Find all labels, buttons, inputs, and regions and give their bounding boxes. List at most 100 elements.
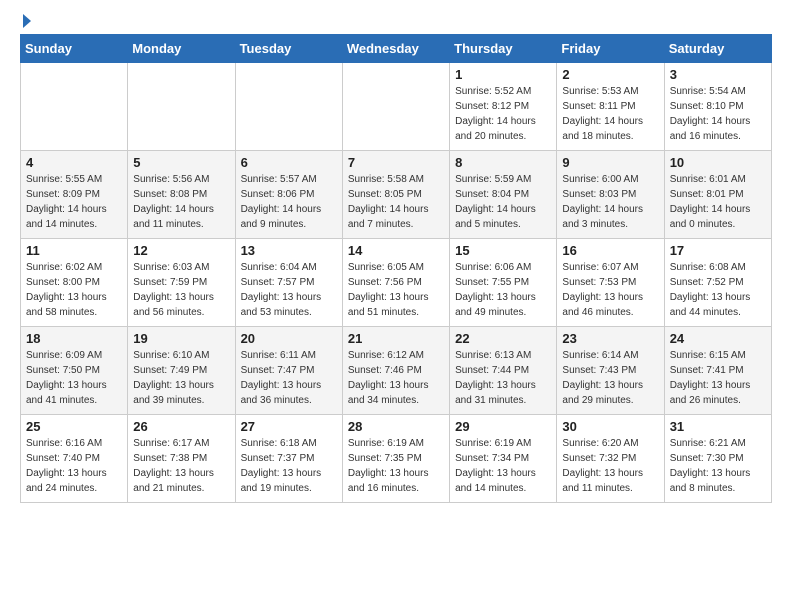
day-number: 5 [133,155,229,170]
calendar-cell: 12 Sunrise: 6:03 AMSunset: 7:59 PMDayligh… [128,239,235,327]
day-info: Sunrise: 6:09 AMSunset: 7:50 PMDaylight:… [26,348,122,408]
day-number: 21 [348,331,444,346]
weekday-header-row: SundayMondayTuesdayWednesdayThursdayFrid… [21,35,772,63]
day-info: Sunrise: 6:12 AMSunset: 7:46 PMDaylight:… [348,348,444,408]
day-number: 4 [26,155,122,170]
day-number: 10 [670,155,766,170]
day-number: 23 [562,331,658,346]
day-number: 13 [241,243,337,258]
weekday-header-wednesday: Wednesday [342,35,449,63]
calendar-cell: 13 Sunrise: 6:04 AMSunset: 7:57 PMDayligh… [235,239,342,327]
day-info: Sunrise: 6:10 AMSunset: 7:49 PMDaylight:… [133,348,229,408]
day-info: Sunrise: 6:03 AMSunset: 7:59 PMDaylight:… [133,260,229,320]
day-number: 12 [133,243,229,258]
day-number: 25 [26,419,122,434]
calendar-cell: 4 Sunrise: 5:55 AMSunset: 8:09 PMDaylight… [21,151,128,239]
calendar-cell: 2 Sunrise: 5:53 AMSunset: 8:11 PMDaylight… [557,63,664,151]
day-number: 15 [455,243,551,258]
day-info: Sunrise: 6:20 AMSunset: 7:32 PMDaylight:… [562,436,658,496]
weekday-header-thursday: Thursday [450,35,557,63]
calendar-cell: 26 Sunrise: 6:17 AMSunset: 7:38 PMDayligh… [128,415,235,503]
calendar-cell: 8 Sunrise: 5:59 AMSunset: 8:04 PMDaylight… [450,151,557,239]
day-info: Sunrise: 6:21 AMSunset: 7:30 PMDaylight:… [670,436,766,496]
day-info: Sunrise: 6:02 AMSunset: 8:00 PMDaylight:… [26,260,122,320]
calendar-cell [128,63,235,151]
calendar-cell: 15 Sunrise: 6:06 AMSunset: 7:55 PMDayligh… [450,239,557,327]
day-info: Sunrise: 6:06 AMSunset: 7:55 PMDaylight:… [455,260,551,320]
day-info: Sunrise: 5:58 AMSunset: 8:05 PMDaylight:… [348,172,444,232]
calendar-cell: 28Sunrise: 6:19 AMSunset: 7:35 PMDayligh… [342,415,449,503]
calendar-cell: 19 Sunrise: 6:10 AMSunset: 7:49 PMDayligh… [128,327,235,415]
calendar-cell: 17 Sunrise: 6:08 AMSunset: 7:52 PMDayligh… [664,239,771,327]
calendar-week-row: 4 Sunrise: 5:55 AMSunset: 8:09 PMDaylight… [21,151,772,239]
calendar-cell: 30 Sunrise: 6:20 AMSunset: 7:32 PMDayligh… [557,415,664,503]
day-number: 29 [455,419,551,434]
calendar-cell: 5 Sunrise: 5:56 AMSunset: 8:08 PMDaylight… [128,151,235,239]
calendar-cell: 20 Sunrise: 6:11 AMSunset: 7:47 PMDayligh… [235,327,342,415]
day-number: 9 [562,155,658,170]
day-info: Sunrise: 6:07 AMSunset: 7:53 PMDaylight:… [562,260,658,320]
day-info: Sunrise: 6:08 AMSunset: 7:52 PMDaylight:… [670,260,766,320]
day-number: 30 [562,419,658,434]
calendar-table: SundayMondayTuesdayWednesdayThursdayFrid… [20,34,772,503]
day-number: 2 [562,67,658,82]
day-info: Sunrise: 6:17 AMSunset: 7:38 PMDaylight:… [133,436,229,496]
calendar-cell: 24Sunrise: 6:15 AMSunset: 7:41 PMDayligh… [664,327,771,415]
calendar-week-row: 18 Sunrise: 6:09 AMSunset: 7:50 PMDayligh… [21,327,772,415]
day-info: Sunrise: 6:16 AMSunset: 7:40 PMDaylight:… [26,436,122,496]
day-number: 8 [455,155,551,170]
weekday-header-monday: Monday [128,35,235,63]
day-info: Sunrise: 5:54 AMSunset: 8:10 PMDaylight:… [670,84,766,144]
day-info: Sunrise: 6:18 AMSunset: 7:37 PMDaylight:… [241,436,337,496]
day-info: Sunrise: 6:04 AMSunset: 7:57 PMDaylight:… [241,260,337,320]
day-number: 22 [455,331,551,346]
day-info: Sunrise: 6:14 AMSunset: 7:43 PMDaylight:… [562,348,658,408]
day-number: 18 [26,331,122,346]
day-number: 24 [670,331,766,346]
weekday-header-saturday: Saturday [664,35,771,63]
day-number: 11 [26,243,122,258]
calendar-cell: 21 Sunrise: 6:12 AMSunset: 7:46 PMDayligh… [342,327,449,415]
calendar-cell: 31 Sunrise: 6:21 AMSunset: 7:30 PMDayligh… [664,415,771,503]
day-number: 26 [133,419,229,434]
calendar-week-row: 1Sunrise: 5:52 AMSunset: 8:12 PMDaylight… [21,63,772,151]
day-number: 7 [348,155,444,170]
day-info: Sunrise: 6:01 AMSunset: 8:01 PMDaylight:… [670,172,766,232]
day-number: 27 [241,419,337,434]
calendar-cell: 16 Sunrise: 6:07 AMSunset: 7:53 PMDayligh… [557,239,664,327]
day-info: Sunrise: 6:19 AMSunset: 7:34 PMDaylight:… [455,436,551,496]
day-info: Sunrise: 6:05 AMSunset: 7:56 PMDaylight:… [348,260,444,320]
page-header [20,16,772,28]
calendar-cell: 27 Sunrise: 6:18 AMSunset: 7:37 PMDayligh… [235,415,342,503]
day-info: Sunrise: 5:57 AMSunset: 8:06 PMDaylight:… [241,172,337,232]
day-info: Sunrise: 5:56 AMSunset: 8:08 PMDaylight:… [133,172,229,232]
calendar-cell [342,63,449,151]
day-number: 17 [670,243,766,258]
calendar-cell: 22 Sunrise: 6:13 AMSunset: 7:44 PMDayligh… [450,327,557,415]
calendar-cell: 7 Sunrise: 5:58 AMSunset: 8:05 PMDaylight… [342,151,449,239]
day-number: 6 [241,155,337,170]
day-info: Sunrise: 6:11 AMSunset: 7:47 PMDaylight:… [241,348,337,408]
calendar-cell: 29 Sunrise: 6:19 AMSunset: 7:34 PMDayligh… [450,415,557,503]
day-number: 20 [241,331,337,346]
calendar-cell [21,63,128,151]
calendar-cell: 9Sunrise: 6:00 AMSunset: 8:03 PMDaylight… [557,151,664,239]
calendar-cell [235,63,342,151]
calendar-cell: 25 Sunrise: 6:16 AMSunset: 7:40 PMDayligh… [21,415,128,503]
day-number: 16 [562,243,658,258]
day-info: Sunrise: 5:53 AMSunset: 8:11 PMDaylight:… [562,84,658,144]
calendar-cell: 18 Sunrise: 6:09 AMSunset: 7:50 PMDayligh… [21,327,128,415]
day-number: 19 [133,331,229,346]
day-info: Sunrise: 6:13 AMSunset: 7:44 PMDaylight:… [455,348,551,408]
day-info: Sunrise: 5:55 AMSunset: 8:09 PMDaylight:… [26,172,122,232]
weekday-header-friday: Friday [557,35,664,63]
logo-arrow-icon [23,14,31,28]
calendar-cell: 10 Sunrise: 6:01 AMSunset: 8:01 PMDayligh… [664,151,771,239]
day-number: 3 [670,67,766,82]
calendar-cell: 23 Sunrise: 6:14 AMSunset: 7:43 PMDayligh… [557,327,664,415]
weekday-header-sunday: Sunday [21,35,128,63]
day-info: Sunrise: 5:59 AMSunset: 8:04 PMDaylight:… [455,172,551,232]
day-number: 31 [670,419,766,434]
day-number: 1 [455,67,551,82]
calendar-cell: 3 Sunrise: 5:54 AMSunset: 8:10 PMDaylight… [664,63,771,151]
